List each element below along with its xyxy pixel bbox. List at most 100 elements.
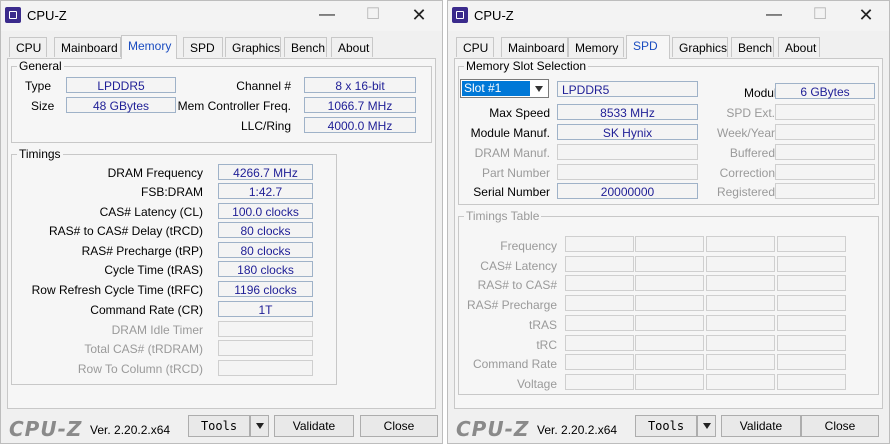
title-bar[interactable]: CPU-Z — ☐ ✕ [448, 1, 889, 31]
window-title: CPU-Z [474, 8, 514, 23]
correction-value [775, 164, 875, 180]
tools-dropdown-arrow-icon[interactable] [697, 415, 716, 437]
timings-table-cell [635, 236, 704, 252]
maximize-button[interactable]: ☐ [350, 1, 396, 31]
cpuz-window-spd: CPU-Z — ☐ ✕ CPU Mainboard Memory SPD Gra… [447, 0, 890, 444]
timings-table-cell [706, 275, 775, 291]
timing-value: 100.0 clocks [218, 203, 313, 219]
chevron-down-icon[interactable] [531, 80, 548, 97]
close-button[interactable]: Close [360, 415, 438, 437]
part-number-label: Part Number [481, 166, 550, 180]
validate-button[interactable]: Validate [721, 415, 801, 437]
timing-value [218, 360, 313, 376]
timings-row-label: tRAS [528, 318, 557, 332]
tab-cpu[interactable]: CPU [456, 37, 494, 57]
slot-select-value: Slot #1 [462, 81, 530, 96]
timings-table-cell [777, 335, 846, 351]
memory-tab-panel: General Type LPDDR5 Size 48 GBytes Chann… [7, 58, 436, 409]
spd-tab-panel: Memory Slot Selection Slot #1 LPDDR5 Mod… [454, 58, 883, 409]
correction-label: Correction [719, 166, 775, 180]
timing-label: CAS# Latency (CL) [99, 205, 203, 219]
tab-mainboard[interactable]: Mainboard [54, 37, 121, 57]
timings-table-cell [565, 236, 634, 252]
tab-memory[interactable]: Memory [121, 35, 177, 59]
timings-table-cell [706, 236, 775, 252]
part-number-value [557, 164, 698, 180]
minimize-button[interactable]: — [751, 1, 797, 31]
timings-table-cell [565, 275, 634, 291]
tab-spd[interactable]: SPD [626, 35, 670, 59]
tools-button[interactable]: Tools [635, 415, 697, 437]
timings-row-label: RAS# Precharge [466, 298, 557, 312]
tab-graphics[interactable]: Graphics [225, 37, 281, 57]
tab-memory[interactable]: Memory [568, 37, 624, 57]
registered-label: Registered [716, 185, 775, 199]
timing-value: 80 clocks [218, 242, 313, 258]
close-button[interactable]: Close [801, 415, 879, 437]
max-speed-value: 8533 MHz [557, 104, 698, 120]
buffered-label: Buffered [729, 146, 775, 160]
buffered-value [775, 144, 875, 160]
timings-table-title: Timings Table [466, 209, 540, 223]
timings-table-cell [565, 295, 634, 311]
tab-bar: CPU Mainboard Memory SPD Graphics Bench … [456, 35, 881, 59]
timing-label: Row To Column (tRCD) [77, 362, 203, 376]
timings-table-cell [706, 374, 775, 390]
footer: CPU-Z Ver. 2.20.2.x64 Tools Validate Clo… [448, 409, 889, 443]
timing-label: FSB:DRAM [140, 185, 203, 199]
tab-cpu[interactable]: CPU [9, 37, 47, 57]
module-type-value: LPDDR5 [557, 81, 698, 97]
tab-about[interactable]: About [778, 37, 820, 57]
cpuz-logo: CPU-Z [456, 417, 530, 441]
timings-row-label: CAS# Latency [480, 259, 557, 273]
footer: CPU-Z Ver. 2.20.2.x64 Tools Validate Clo… [1, 409, 442, 443]
timings-table-cell [635, 315, 704, 331]
slot-select-dropdown[interactable]: Slot #1 [460, 79, 549, 98]
max-speed-label: Max Speed [489, 106, 550, 120]
week-year-label: Week/Year [716, 126, 775, 140]
module-size-value: 6 GBytes [775, 83, 875, 99]
timings-table-cell [635, 354, 704, 370]
minimize-button[interactable]: — [304, 1, 350, 31]
size-value: 48 GBytes [66, 97, 176, 113]
timing-label: Row Refresh Cycle Time (tRFC) [31, 283, 203, 297]
tab-graphics[interactable]: Graphics [672, 37, 728, 57]
tools-button[interactable]: Tools [188, 415, 250, 437]
timing-label: DRAM Frequency [107, 166, 203, 180]
timing-label: Command Rate (CR) [90, 303, 203, 317]
timings-row-label: RAS# to CAS# [477, 278, 557, 292]
timings-table-cell [706, 335, 775, 351]
timing-value: 1196 clocks [218, 281, 313, 297]
close-window-button[interactable]: ✕ [396, 1, 442, 31]
maximize-button[interactable]: ☐ [797, 1, 843, 31]
tab-bar: CPU Mainboard Memory SPD Graphics Bench … [9, 35, 434, 59]
mem-controller-freq-value: 1066.7 MHz [304, 97, 416, 113]
tab-bench[interactable]: Bench [284, 37, 327, 57]
cpuz-logo: CPU-Z [9, 417, 83, 441]
validate-button[interactable]: Validate [274, 415, 354, 437]
llc-ring-label: LLC/Ring [240, 119, 291, 133]
cpuz-app-icon [452, 7, 468, 23]
close-window-button[interactable]: ✕ [843, 1, 889, 31]
title-bar[interactable]: CPU-Z — ☐ ✕ [1, 1, 442, 31]
timing-label: Total CAS# (tRDRAM) [84, 342, 203, 356]
size-label: Size [31, 99, 55, 113]
tab-about[interactable]: About [331, 37, 373, 57]
timings-table-cell [777, 374, 846, 390]
timing-label: RAS# Precharge (tRP) [81, 244, 203, 258]
mem-controller-freq-label: Mem Controller Freq. [177, 99, 291, 113]
tools-dropdown-arrow-icon[interactable] [250, 415, 269, 437]
tab-mainboard[interactable]: Mainboard [501, 37, 568, 57]
timings-table-cell [565, 354, 634, 370]
timings-table-cell [706, 256, 775, 272]
timings-table-cell [565, 374, 634, 390]
timing-label: Cycle Time (tRAS) [104, 263, 203, 277]
tab-bench[interactable]: Bench [731, 37, 774, 57]
tab-spd[interactable]: SPD [183, 37, 223, 57]
timings-table-cell [777, 315, 846, 331]
timings-table-cell [565, 335, 634, 351]
window-title: CPU-Z [27, 8, 67, 23]
serial-number-label: Serial Number [473, 185, 550, 199]
timings-table-cell [777, 275, 846, 291]
spd-ext-value [775, 104, 875, 120]
